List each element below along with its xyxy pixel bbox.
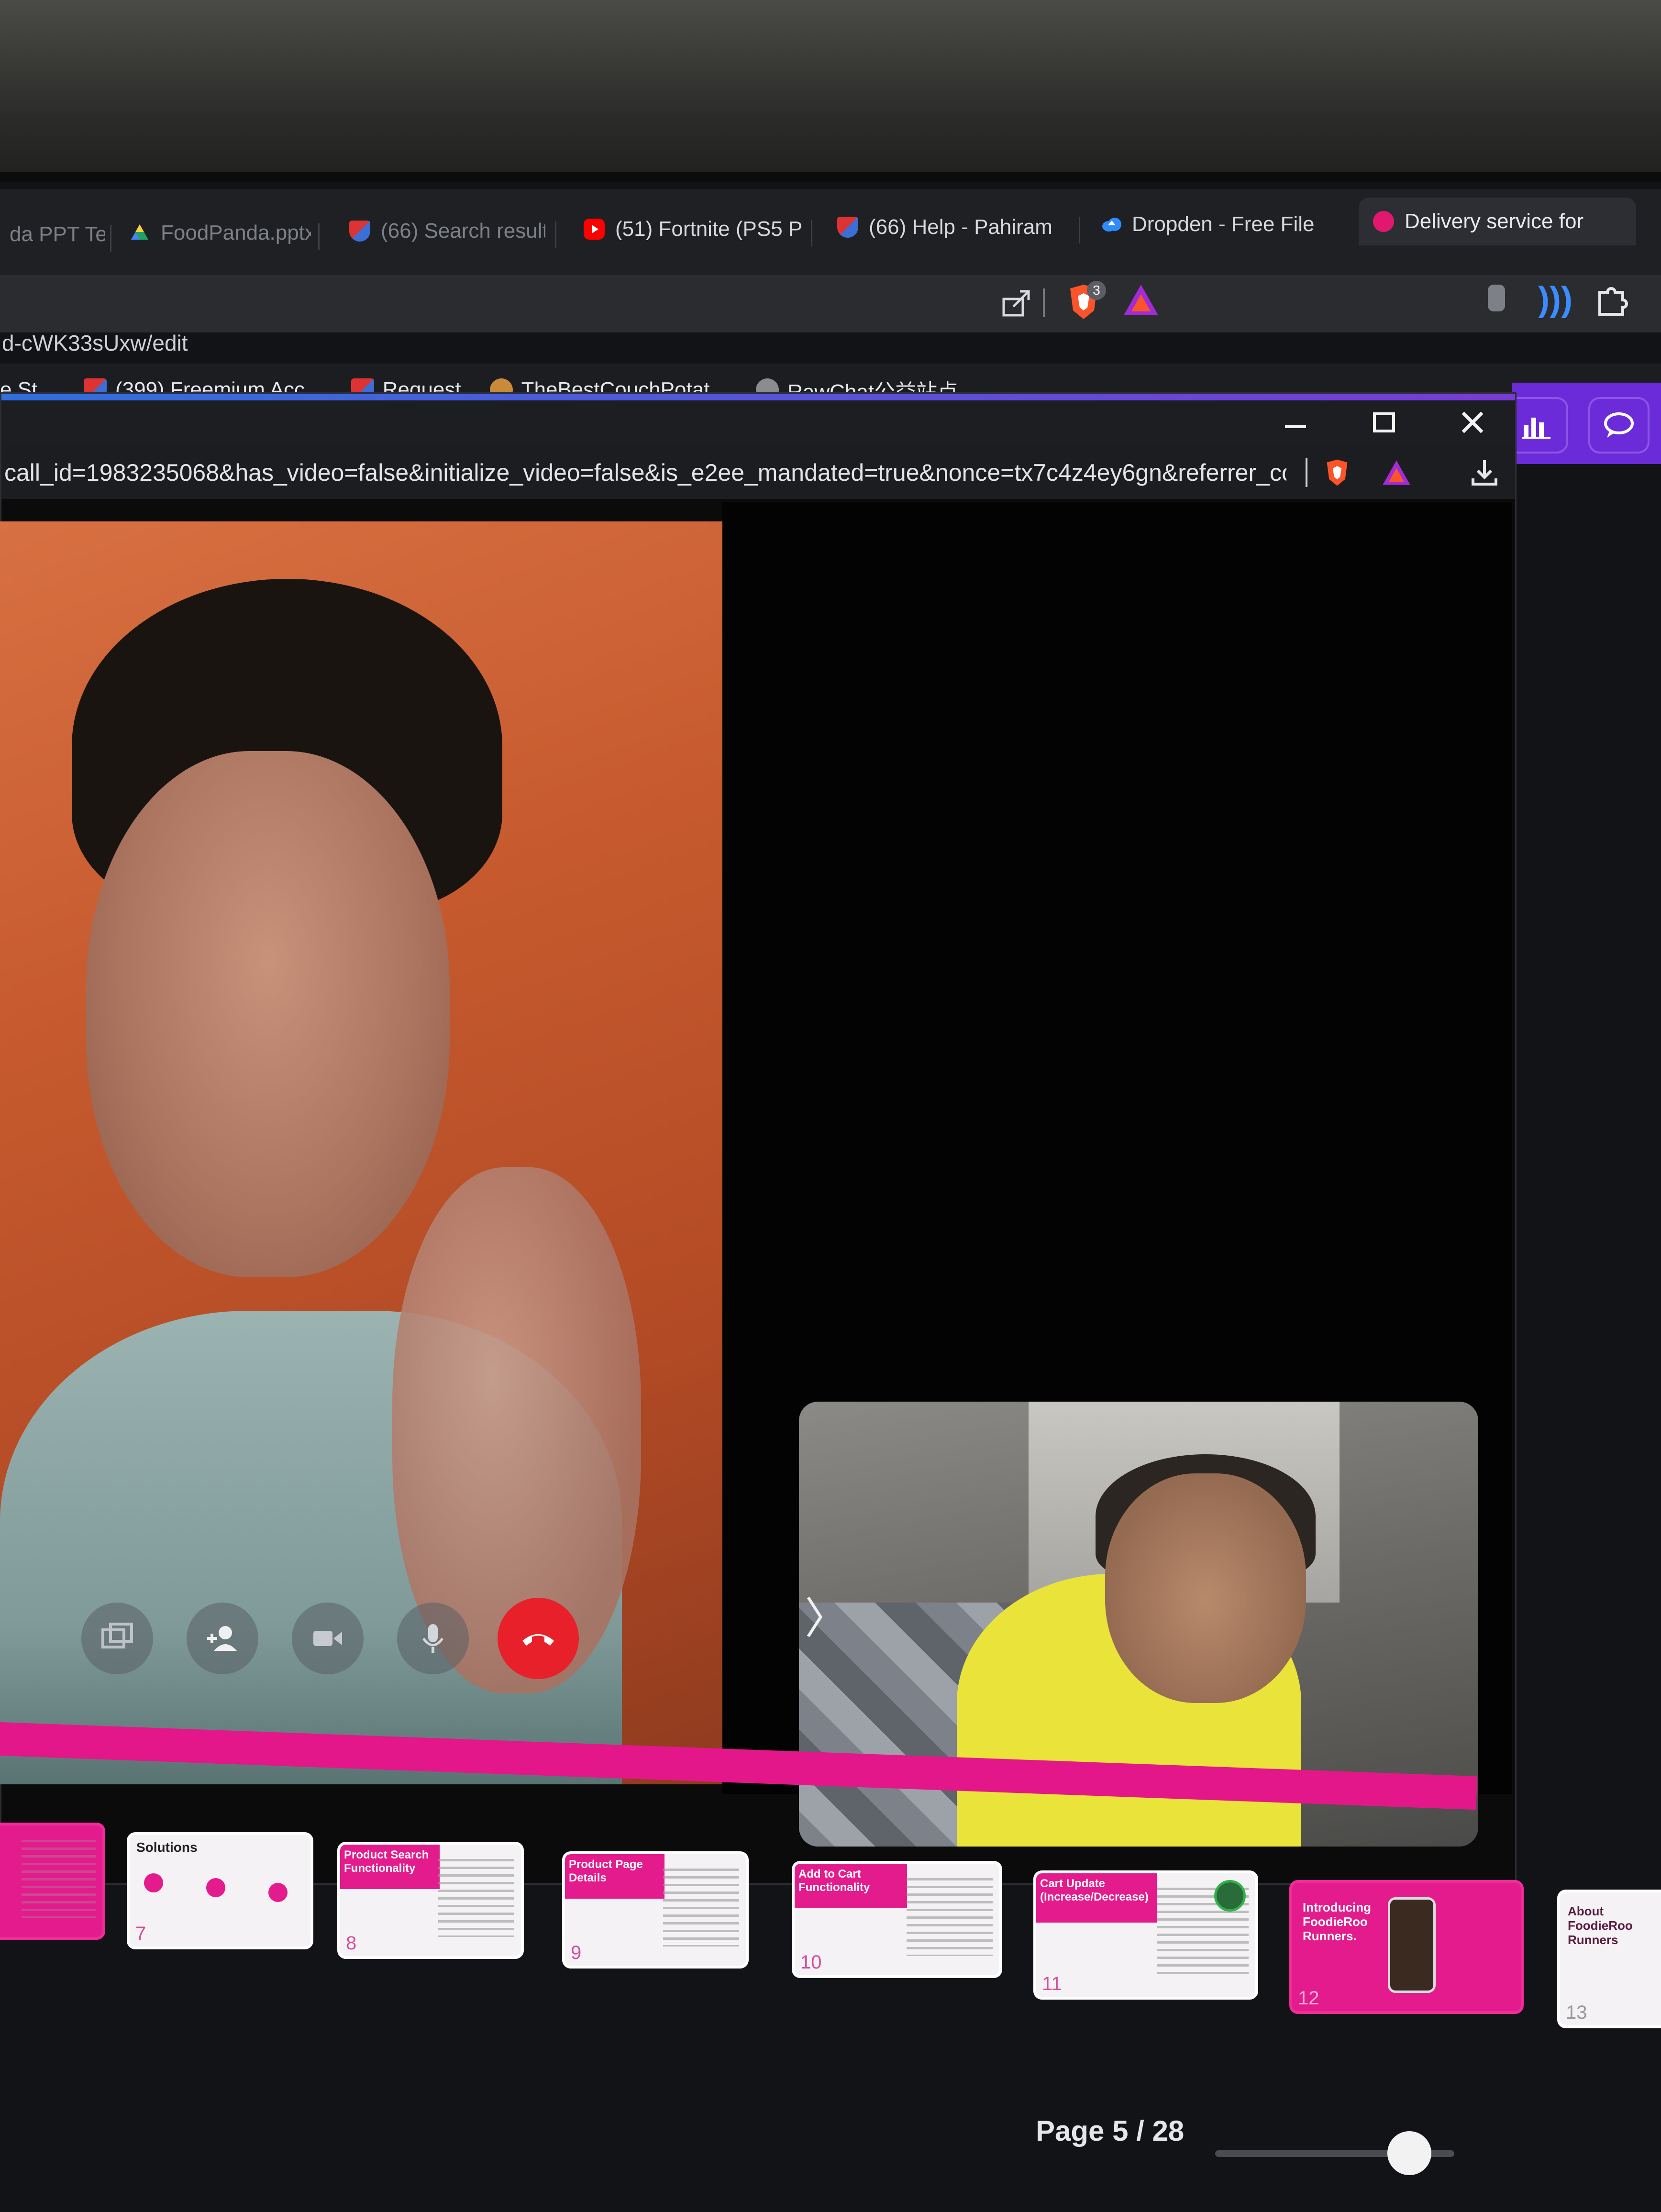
tab-dropden[interactable]: Dropden - Free File [1086,200,1354,248]
slide-number: 11 [1042,1973,1062,1994]
shield-icon [349,221,370,242]
maximize-button[interactable] [1358,399,1410,445]
remote-video-feed [0,521,722,1784]
shields-badge: 3 [1087,281,1106,300]
add-person-button[interactable] [187,1603,258,1674]
tab-delivery-service[interactable]: Delivery service for [1359,198,1636,245]
app-toolbar-strip [1507,383,1661,464]
browser-tab-strip: da PPT Te FoodPanda.pptx (66) Search res… [0,189,1661,280]
tab-label: da PPT Te [10,222,105,246]
slide-number: 10 [800,1952,822,1973]
address-text: d-cWK33sUxw/edit [2,331,188,355]
slide-title: Add to Cart Functionality [795,1864,908,1909]
popup-url-text: call_id=1983235068&has_video=false&initi… [4,459,1286,486]
address-bar[interactable]: d-cWK33sUxw/edit [0,330,1661,368]
tab-search-results[interactable]: (66) Search results [335,207,545,255]
tab-label: FoodPanda.pptx [161,221,311,244]
microphone-button[interactable] [397,1603,469,1674]
tab-ppt-template[interactable]: da PPT Te [0,210,105,258]
slide-number: 9 [571,1942,582,1963]
tab-label: Dropden - Free File [1132,212,1315,236]
comment-icon[interactable] [1588,397,1650,453]
slide-thumbnail[interactable] [0,1823,105,1940]
extension-badge-icon[interactable] [1488,285,1505,311]
slide-number: 7 [135,1923,146,1944]
close-button[interactable] [1446,399,1499,445]
slide-title: Product Search Functionality [340,1845,440,1890]
slide-title: Solutions [136,1840,198,1855]
brave-shields-icon[interactable] [1322,457,1352,488]
browser-toolbar: 3 ))) [0,275,1661,332]
popup-url-bar[interactable]: call_id=1983235068&has_video=false&initi… [1,446,1515,499]
slide-number: 13 [1566,2002,1587,2023]
youtube-icon [584,219,605,240]
slide-number: 12 [1298,1988,1319,2009]
slide-title: About FoodieRoo Runners [1568,1904,1633,1947]
brave-rewards-icon[interactable] [1381,457,1412,488]
page-indicator: Page 5 / 28 [1036,2115,1185,2147]
share-icon[interactable] [1000,286,1033,319]
tab-label: (51) Fortnite (PS5 P [615,217,803,241]
slide-thumbnail[interactable]: About FoodieRoo Runners 13 [1557,1890,1661,2028]
call-controls [81,1598,608,1698]
collapse-chevron-icon[interactable]: 〉 [805,1583,848,1646]
video-camera-button[interactable] [292,1603,364,1674]
tab-fortnite[interactable]: (51) Fortnite (PS5 P [569,205,804,253]
zoom-slider-thumb[interactable] [1387,2131,1431,2175]
slide-filmstrip: Solutions 7 Product Search Functionality… [0,1813,1661,2148]
tab-label: (66) Search results [381,219,545,243]
slide-thumbnail[interactable]: Product Search Functionality 8 [337,1842,524,1959]
end-call-button[interactable] [498,1598,579,1679]
shield-icon [837,217,858,238]
cloud-icon [1100,214,1121,235]
extensions-puzzle-icon[interactable] [1593,281,1631,319]
slide-thumbnail[interactable]: Add to Cart Functionality 10 [792,1861,1002,1978]
brave-rewards-icon[interactable] [1122,282,1160,318]
tab-label: Delivery service for [1405,210,1584,233]
popup-titlebar [1,394,1515,446]
slide-number: 8 [346,1933,357,1954]
slide-title: Introducing FoodieRoo Runners. [1303,1900,1371,1943]
wifi-broadcast-icon[interactable]: ))) [1538,280,1572,319]
tab-label: (66) Help - Pahiram [869,215,1052,239]
slide-thumbnail[interactable]: Introducing FoodieRoo Runners. 12 [1289,1880,1524,2014]
share-screen-button[interactable] [81,1603,153,1674]
minimize-button[interactable] [1269,399,1322,445]
slide-thumbnail[interactable]: Product Page Details 9 [562,1851,749,1969]
download-icon[interactable] [1469,457,1500,488]
tab-help-pahiram[interactable]: (66) Help - Pahiram [823,203,1072,251]
foodpanda-icon [1373,211,1394,232]
tab-foodpanda-pptx[interactable]: FoodPanda.pptx [115,209,311,257]
slide-title: Cart Update (Increase/Decrease) [1036,1873,1157,1923]
google-drive-icon [129,222,150,243]
slide-thumbnail[interactable]: Solutions 7 [127,1832,313,1949]
slide-title: Product Page Details [565,1854,664,1899]
slide-thumbnail[interactable]: Cart Update (Increase/Decrease) 11 [1033,1870,1258,2000]
avatar [1214,1880,1246,1912]
